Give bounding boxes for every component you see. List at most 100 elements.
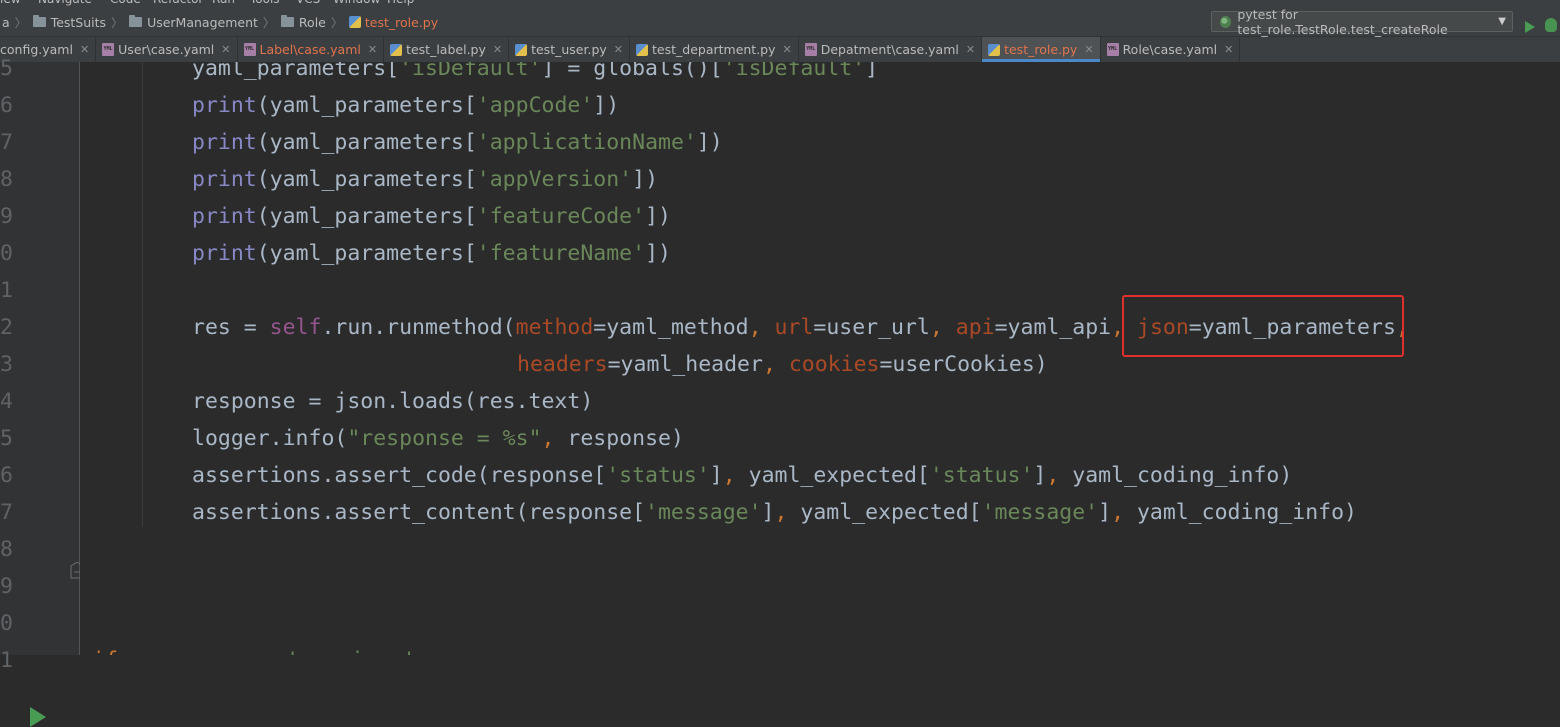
code-token: ] [865, 62, 879, 81]
code-token: ] [709, 463, 723, 488]
code-token: "response = %s" [347, 426, 542, 451]
code-token: url [774, 315, 814, 340]
navigation-bar: a 〉 TestSuits 〉 UserManagement 〉 Role 〉 … [0, 7, 1560, 37]
breadcrumb-item-usermanagement[interactable]: UserManagement [127, 15, 260, 30]
code-line[interactable]: print(yaml_parameters['applicationName']… [80, 124, 1560, 161]
code-text: print(yaml_parameters['appCode']) [192, 87, 619, 124]
code-token: yaml_coding_info) [1136, 500, 1358, 525]
code-line[interactable]: logger.info("response = %s", response) [80, 420, 1560, 457]
breadcrumb-label: UserManagement [147, 14, 258, 30]
code-line[interactable]: assertions.assert_content(response['mess… [80, 494, 1560, 531]
menu-item[interactable]: VCS [296, 0, 320, 6]
line-number-text: 1 [0, 278, 13, 303]
line-number-text: 2 [0, 315, 13, 340]
line-number-text: 9 [0, 204, 13, 229]
code-token: 'appCode' [476, 93, 594, 118]
run-configuration-label: pytest for test_role.TestRole.test_creat… [1237, 6, 1448, 37]
code-line[interactable]: yaml_parameters['isDefault'] = globals()… [80, 62, 1560, 87]
code-token: , [722, 463, 749, 488]
code-token: print [192, 204, 257, 229]
menu-item[interactable]: Run [212, 0, 235, 6]
line-number-text: 7 [0, 500, 13, 525]
breadcrumb-item-project[interactable]: a [0, 15, 12, 30]
caret-down-icon: ▼ [1498, 16, 1506, 27]
code-line[interactable]: assertions.assert_code(response['status'… [80, 457, 1560, 494]
code-token: print [192, 130, 257, 155]
code-token: method [515, 315, 594, 340]
menu-item[interactable]: Refactor [153, 0, 203, 6]
code-token: (yaml_parameters[ [256, 93, 477, 118]
code-token: 'isDefault' [399, 62, 542, 81]
code-line[interactable]: response = json.loads(res.text) [80, 383, 1560, 420]
code-token: logger.info( [192, 426, 348, 451]
code-token: (yaml_parameters[ [256, 241, 477, 266]
menu-item[interactable]: Help [387, 0, 414, 6]
code-token: =yaml_api [994, 315, 1112, 340]
breadcrumb-item-testsuits[interactable]: TestSuits [31, 15, 108, 30]
code-editor[interactable]: yaml_parameters['isDefault'] = globals()… [80, 62, 1560, 655]
code-line[interactable] [80, 605, 1560, 642]
code-token: assertions.assert_code(response[ [192, 463, 607, 488]
code-token: ] [1033, 463, 1047, 488]
code-token: print [192, 167, 257, 192]
line-number-text: 9 [0, 574, 13, 599]
code-token: print [192, 93, 257, 118]
line-number-text: 7 [0, 130, 13, 155]
highlight-annotation-box [1122, 295, 1404, 357]
code-line[interactable]: print(yaml_parameters['appCode']) [80, 87, 1560, 124]
code-token: yaml_coding_info) [1072, 463, 1293, 488]
line-number-gutter: 5 6 7 8 9 0 1 2 3 4 5 6 7 8 9 0 1 [0, 56, 84, 727]
menu-item[interactable]: Window [333, 0, 380, 6]
run-gutter-icon[interactable] [30, 707, 46, 727]
code-line[interactable]: if __name__ == '__main__': [80, 642, 1560, 655]
code-line[interactable]: print(yaml_parameters['appVersion']) [80, 161, 1560, 198]
line-number-text: 4 [0, 389, 13, 414]
debug-icon[interactable] [1545, 18, 1557, 32]
code-token: response) [567, 426, 684, 451]
code-token: cookies [788, 352, 880, 377]
breadcrumb-item-file[interactable]: test_role.py [347, 15, 440, 30]
code-token: (yaml_parameters[ [256, 130, 477, 155]
code-token: (yaml_parameters[ [256, 167, 477, 192]
code-token: '__main__' [286, 648, 415, 655]
run-icon[interactable] [1525, 21, 1535, 33]
code-line[interactable]: print(yaml_parameters['featureName']) [80, 235, 1560, 272]
code-token: , [748, 315, 775, 340]
breadcrumb-label: Role [298, 14, 326, 30]
menu-item[interactable]: Tools [250, 0, 280, 6]
breadcrumb-item-role[interactable]: Role [279, 15, 328, 30]
code-token: response = json.loads(res.text) [192, 389, 594, 414]
code-token: ]) [645, 204, 671, 229]
line-number-text: 5 [0, 426, 13, 451]
code-token: if [92, 648, 118, 655]
line-number-text: 0 [0, 241, 13, 266]
line-number-text: 5 [0, 56, 13, 81]
code-text: assertions.assert_content(response['mess… [192, 494, 1357, 531]
code-line[interactable]: print(yaml_parameters['featureCode']) [80, 198, 1560, 235]
code-line[interactable] [80, 531, 1560, 568]
code-token: , [929, 315, 956, 340]
python-file-icon [348, 16, 361, 28]
code-token: =yaml_method [593, 315, 749, 340]
code-token: self [269, 315, 322, 340]
code-token: , [762, 352, 789, 377]
chevron-right-icon: 〉 [262, 15, 275, 30]
code-token: 'status' [929, 463, 1034, 488]
code-token: =user_url [813, 315, 930, 340]
line-number-text: 6 [0, 93, 13, 118]
code-line[interactable] [80, 568, 1560, 605]
code-token: yaml_expected[ [748, 463, 930, 488]
menu-item[interactable]: iew [0, 0, 21, 6]
code-text: headers=yaml_header, cookies=userCookies… [517, 346, 1048, 383]
menu-item[interactable]: Navigate [38, 0, 92, 6]
code-token: ]) [645, 241, 671, 266]
code-token: yaml_parameters[ [192, 62, 400, 81]
menu-item[interactable]: Code [110, 0, 141, 6]
breadcrumb: a 〉 TestSuits 〉 UserManagement 〉 Role 〉 … [0, 8, 440, 36]
code-token: : [416, 648, 429, 655]
code-token: 'status' [606, 463, 710, 488]
code-token: .run.runmethod( [321, 315, 516, 340]
code-text: logger.info("response = %s", response) [192, 420, 684, 457]
chevron-right-icon: 〉 [330, 15, 343, 30]
run-configuration-select[interactable]: pytest for test_role.TestRole.test_creat… [1211, 7, 1513, 37]
